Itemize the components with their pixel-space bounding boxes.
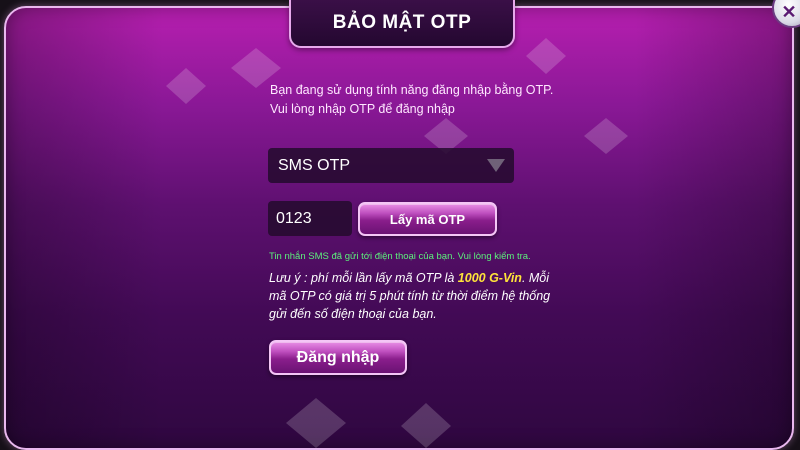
intro-line-1: Bạn đang sử dụng tính năng đăng nhập bằn…	[270, 83, 554, 97]
get-otp-button[interactable]: Lấy mã OTP	[358, 202, 497, 236]
dialog-title-tab: BẢO MẬT OTP	[289, 0, 515, 48]
intro-line-2: Vui lòng nhập OTP để đăng nhập	[270, 102, 455, 116]
fee-note: Lưu ý : phí mỗi lần lấy mã OTP là 1000 G…	[269, 269, 559, 323]
fee-amount: 1000 G-Vin	[457, 271, 522, 285]
close-icon: ✕	[781, 1, 797, 22]
login-button[interactable]: Đăng nhập	[269, 340, 407, 375]
fee-note-prefix: Lưu ý : phí mỗi lần lấy mã OTP là	[269, 271, 458, 285]
otp-method-select[interactable]: SMS OTP	[268, 148, 514, 183]
otp-dialog: Bạn đang sử dụng tính năng đăng nhập bằn…	[4, 6, 794, 450]
otp-code-input[interactable]	[268, 201, 352, 236]
otp-method-value: SMS OTP	[278, 156, 351, 174]
sms-sent-notice: Tin nhắn SMS đã gửi tới điện thoại của b…	[269, 251, 531, 262]
page-title: BẢO MẬT OTP	[332, 12, 472, 33]
intro-text: Bạn đang sử dụng tính năng đăng nhập bằn…	[270, 81, 570, 119]
chevron-down-icon[interactable]	[487, 159, 505, 172]
